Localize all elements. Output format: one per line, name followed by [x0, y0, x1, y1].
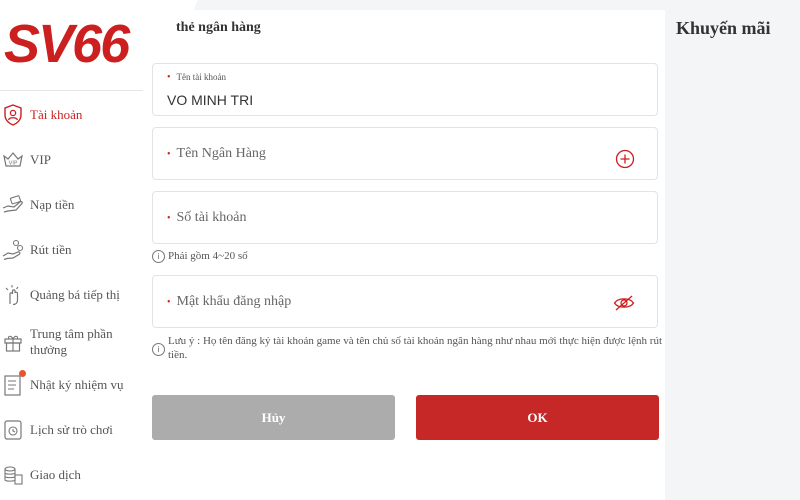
- sidebar-item-vip[interactable]: VIP VIP: [0, 140, 143, 180]
- cancel-button[interactable]: Hủy: [152, 395, 395, 440]
- account-number-placeholder: • Số tài khoản: [167, 210, 247, 225]
- sidebar-item-deposit[interactable]: Nạp tiền: [0, 185, 143, 225]
- sidebar-item-label: Giao dịch: [30, 467, 81, 482]
- info-icon: i: [152, 250, 165, 263]
- page-title: thẻ ngân hàng: [176, 20, 261, 35]
- required-mark: •: [167, 72, 171, 83]
- sidebar-item-game-history[interactable]: Lịch sử trò chơi: [0, 410, 143, 450]
- account-shield-icon: [2, 104, 24, 126]
- sidebar-item-label: Tài khoản: [30, 107, 83, 122]
- ok-button[interactable]: OK: [416, 395, 659, 440]
- hide-password-eye-icon[interactable]: [613, 294, 635, 317]
- info-icon: i: [152, 343, 165, 356]
- add-circle-icon[interactable]: [615, 149, 635, 174]
- bank-name-select[interactable]: • Tên Ngân Hàng: [152, 127, 658, 180]
- logo-text: SV66: [4, 14, 130, 74]
- vip-crown-icon: VIP: [2, 149, 24, 171]
- promotion-heading[interactable]: Khuyến mãi: [676, 18, 771, 39]
- login-password-input[interactable]: • Mật khẩu đăng nhập: [152, 275, 658, 328]
- sidebar-item-label: Trung tâm phần thưởng: [30, 326, 113, 357]
- game-history-icon: [2, 419, 24, 441]
- sidebar-item-label: Nạp tiền: [30, 197, 75, 212]
- notification-dot: [19, 370, 26, 377]
- required-mark: •: [167, 213, 171, 224]
- account-name-field[interactable]: • Tên tài khoản VO MINH TRI: [152, 63, 658, 116]
- sidebar-item-withdraw[interactable]: Rút tiền: [0, 230, 143, 270]
- svg-text:VIP: VIP: [9, 161, 18, 167]
- password-placeholder: • Mật khẩu đăng nhập: [167, 294, 292, 309]
- sidebar-item-label: Rút tiền: [30, 242, 72, 257]
- sidebar-item-transactions[interactable]: Giao dịch: [0, 455, 143, 495]
- promotion-hand-icon: [2, 284, 24, 306]
- account-number-hint: i Phải gồm 4~20 số: [152, 250, 248, 263]
- required-mark: •: [167, 149, 171, 160]
- sidebar-item-rewards[interactable]: Trung tâm phần thưởng: [0, 320, 143, 364]
- sidebar-item-label: Lịch sử trò chơi: [30, 422, 113, 437]
- account-number-input[interactable]: • Số tài khoản: [152, 191, 658, 244]
- sidebar-item-label: VIP: [30, 152, 51, 167]
- bank-name-placeholder: • Tên Ngân Hàng: [167, 146, 266, 161]
- withdraw-note: i Lưu ý : Họ tên đăng ký tài khoản game …: [152, 334, 662, 362]
- sidebar-item-label: Quảng bá tiếp thị: [30, 287, 120, 302]
- transaction-coins-icon: [2, 464, 24, 486]
- sidebar-item-promotion[interactable]: Quảng bá tiếp thị: [0, 275, 143, 315]
- withdraw-coins-icon: [2, 239, 24, 261]
- account-name-label: • Tên tài khoản: [167, 72, 226, 83]
- deposit-hand-icon: [2, 194, 24, 216]
- sidebar-item-account[interactable]: Tài khoản: [0, 95, 143, 135]
- sidebar-item-label: Nhật ký nhiệm vụ: [30, 377, 124, 392]
- required-mark: •: [167, 297, 171, 308]
- gift-icon: [2, 331, 24, 353]
- sidebar-divider: [0, 90, 143, 91]
- task-log-icon: [2, 374, 24, 396]
- account-name-value: VO MINH TRI: [167, 92, 254, 108]
